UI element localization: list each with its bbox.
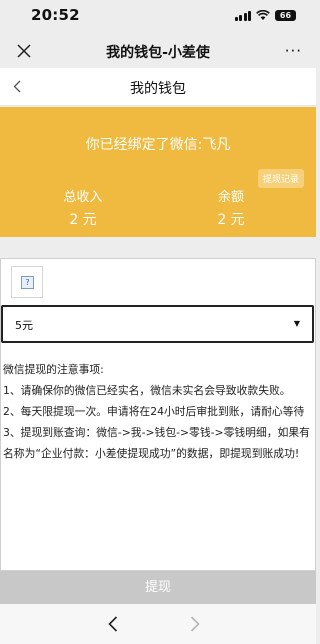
broken-image-icon: ? bbox=[21, 276, 34, 289]
page-header: 我的钱包 bbox=[0, 68, 316, 106]
wifi-icon bbox=[256, 10, 270, 20]
page-title: 我的钱包 bbox=[130, 81, 186, 97]
note-item: 1、请确保你的微信已经实名，微信未实名会导致收款失败。 bbox=[3, 384, 291, 397]
amount-selected-value: 5元 bbox=[15, 319, 33, 332]
browser-back-button[interactable] bbox=[108, 616, 118, 636]
chevron-right-icon bbox=[190, 616, 200, 632]
amount-select[interactable]: 5元 ▼ bbox=[1, 305, 314, 343]
wallet-card: 你已经绑定了微信:飞凡 提现记录 总收入 2 元 余额 2 元 bbox=[0, 107, 316, 237]
status-icons: 66 bbox=[234, 10, 296, 21]
image-placeholder: ? bbox=[11, 266, 43, 298]
battery-icon: 66 bbox=[275, 10, 296, 21]
total-income: 总收入 2 元 bbox=[23, 186, 143, 229]
back-button[interactable] bbox=[6, 75, 28, 97]
close-button[interactable] bbox=[14, 41, 34, 61]
nav-title: 我的钱包-小差使 bbox=[106, 45, 210, 61]
bottom-toolbar bbox=[0, 604, 316, 644]
more-menu-button[interactable]: ··· bbox=[285, 42, 302, 60]
triangle-down-icon: ▼ bbox=[293, 319, 300, 328]
balance-value: 2 元 bbox=[217, 212, 245, 228]
nav-bar: 我的钱包-小差使 ··· bbox=[0, 34, 316, 68]
browser-forward-button[interactable] bbox=[190, 616, 200, 636]
chevron-left-icon bbox=[13, 80, 21, 92]
withdraw-panel: ? 5元 ▼ 微信提现的注意事项: 1、请确保你的微信已经实名，微信未实名会导致… bbox=[0, 258, 316, 571]
balance-label: 余额 bbox=[217, 190, 244, 205]
note-item: 3、提现到账查询：微信->我->钱包->零钱->零钱明细，如果有名称为“企业付款… bbox=[3, 426, 310, 460]
status-time: 20:52 bbox=[31, 6, 80, 24]
notes-heading: 微信提现的注意事项: bbox=[3, 363, 104, 376]
signal-icon bbox=[234, 10, 251, 21]
withdraw-button[interactable]: 提现 bbox=[0, 571, 316, 604]
income-label: 总收入 bbox=[63, 190, 103, 205]
note-item: 2、每天限提现一次。申请将在24小时后审批到账，请耐心等待 bbox=[3, 405, 305, 418]
withdraw-notes: 微信提现的注意事项: 1、请确保你的微信已经实名，微信未实名会导致收款失败。 2… bbox=[3, 359, 315, 464]
close-icon bbox=[17, 44, 31, 58]
income-value: 2 元 bbox=[69, 212, 97, 228]
status-bar: 20:52 66 bbox=[0, 0, 316, 34]
bound-wechat-text: 你已经绑定了微信:飞凡 bbox=[85, 137, 231, 153]
balance: 余额 2 元 bbox=[171, 186, 291, 229]
chevron-left-icon bbox=[108, 616, 118, 632]
